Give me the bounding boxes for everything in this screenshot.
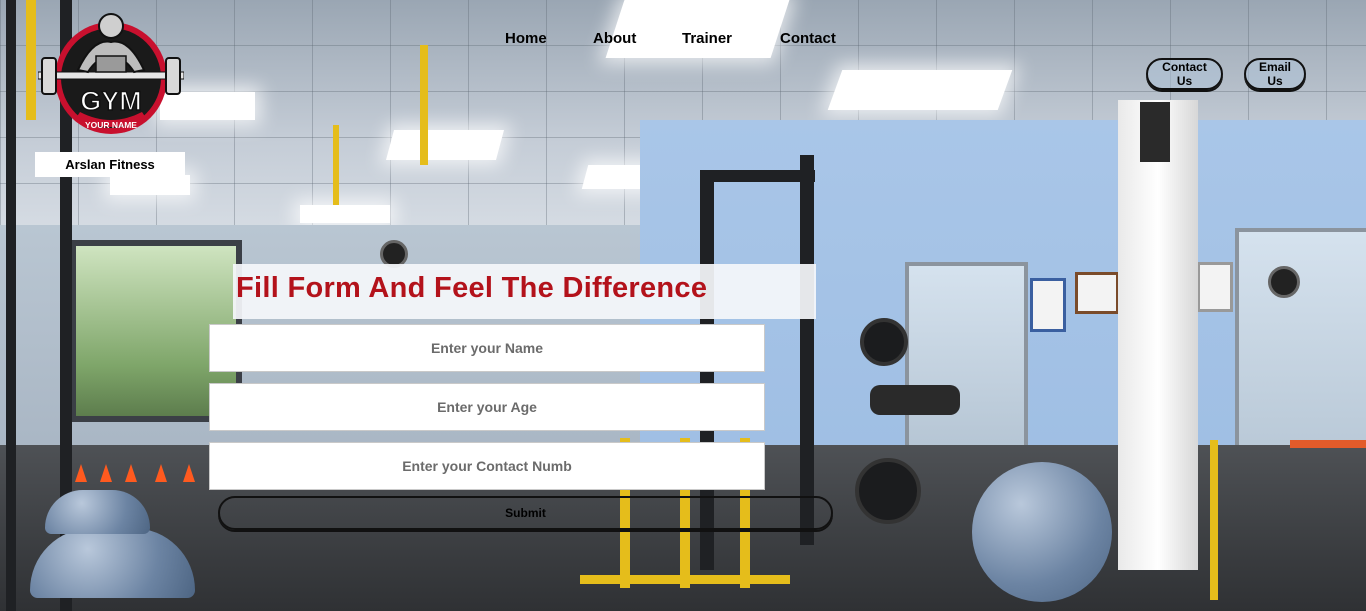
yellow-strap — [420, 45, 428, 165]
brand-name: Arslan Fitness — [35, 152, 185, 177]
submit-button[interactable]: Submit — [218, 496, 833, 530]
age-input[interactable] — [209, 383, 765, 431]
wall-clock — [1268, 266, 1300, 298]
nav-about-link[interactable]: About — [593, 30, 636, 47]
logo-subtext: YOUR NAME — [85, 120, 137, 130]
wall-poster — [1030, 278, 1066, 332]
logo-torso — [95, 55, 127, 73]
suspension-strap — [6, 0, 16, 611]
cone — [75, 464, 87, 482]
wall-poster — [1197, 262, 1233, 312]
logo-plate — [41, 57, 57, 95]
ceiling-light — [827, 70, 1013, 110]
cone — [183, 464, 195, 482]
cable-tower — [1118, 100, 1198, 570]
ceiling-light — [110, 175, 190, 195]
power-rack — [700, 170, 815, 182]
ceiling-light — [300, 205, 390, 223]
cone — [100, 464, 112, 482]
ceiling-light — [385, 130, 505, 160]
cone — [125, 464, 137, 482]
logo-head — [98, 13, 124, 39]
cable-pulley — [1140, 102, 1170, 162]
wall-poster — [1075, 272, 1119, 314]
nav-trainer-link[interactable]: Trainer — [682, 30, 732, 47]
bosu-ball — [45, 490, 150, 534]
weight-plate — [860, 318, 908, 366]
yellow-strap — [333, 125, 339, 205]
logo-plate — [165, 57, 181, 95]
contact-us-button[interactable]: Contact Us — [1146, 58, 1223, 90]
power-rack — [800, 155, 814, 545]
yellow-stand — [1210, 440, 1218, 600]
mirror — [905, 262, 1028, 460]
email-us-button[interactable]: Email Us — [1244, 58, 1306, 90]
yellow-stand — [580, 575, 790, 584]
orange-step — [1290, 440, 1366, 448]
weight-plate — [855, 458, 921, 524]
form-title-panel: Fill Form And Feel The Difference — [233, 264, 816, 319]
exercise-ball — [972, 462, 1112, 602]
bench-pad — [870, 385, 960, 415]
name-input[interactable] — [209, 324, 765, 372]
logo-barbell — [38, 71, 184, 80]
gym-logo[interactable]: GYM YOUR NAME — [38, 12, 184, 138]
yellow-strap — [26, 0, 36, 120]
ceiling-light — [605, 0, 790, 58]
nav-contact-link[interactable]: Contact — [780, 30, 836, 47]
logo-text: GYM — [80, 86, 142, 116]
form-title: Fill Form And Feel The Difference — [236, 272, 708, 304]
nav-home-link[interactable]: Home — [505, 30, 547, 47]
contact-number-input[interactable] — [209, 442, 765, 490]
cone — [155, 464, 167, 482]
